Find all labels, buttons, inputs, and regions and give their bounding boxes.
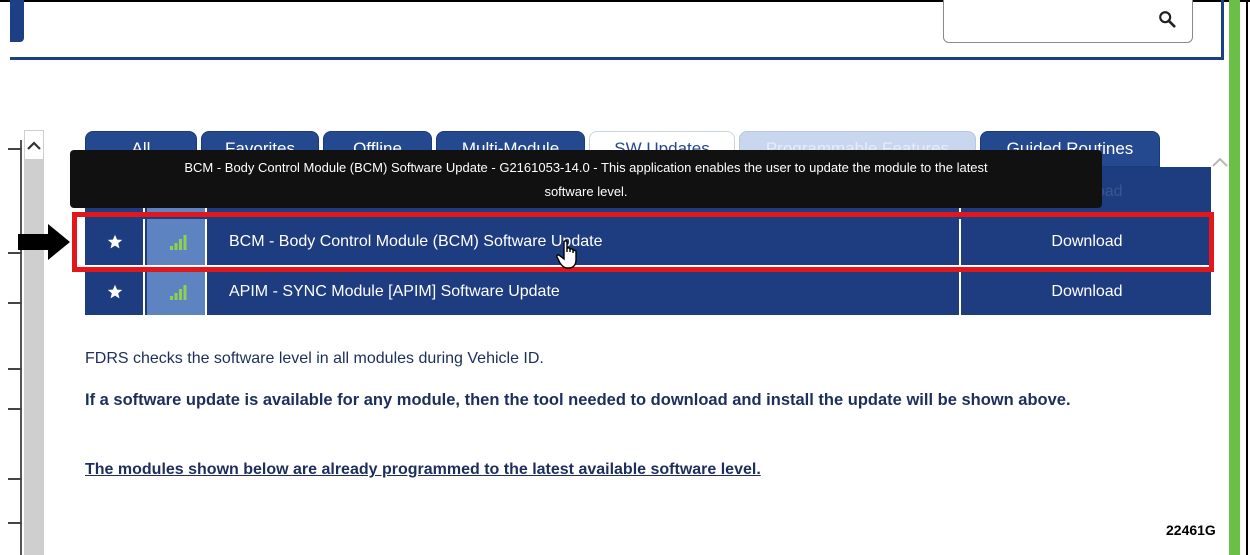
favorite-cell[interactable] (85, 269, 145, 315)
signal-bars-icon (170, 285, 187, 300)
module-name[interactable]: APIM - SYNC Module [APIM] Software Updat… (209, 269, 961, 315)
tooltip-line-2: software level. (544, 184, 628, 199)
star-icon[interactable] (107, 284, 123, 300)
download-button[interactable]: Download (963, 269, 1211, 315)
signal-cell (147, 269, 207, 315)
module-tooltip: BCM - Body Control Module (BCM) Software… (70, 150, 1102, 208)
left-panel-edge (20, 140, 22, 555)
chevron-up-icon[interactable] (1210, 153, 1230, 173)
info-text-update-available: If a software update is available for an… (85, 391, 1071, 409)
frame-right-border (1246, 0, 1248, 555)
tooltip-line-1: BCM - Body Control Module (BCM) Software… (184, 160, 988, 175)
search-input[interactable] (943, 0, 1193, 43)
figure-code: 22461G (1166, 522, 1216, 538)
left-nav-stub[interactable] (10, 0, 24, 42)
table-row[interactable]: APIM - SYNC Module [APIM] Software Updat… (85, 269, 1211, 317)
chevron-up-icon (27, 141, 41, 150)
info-text-vehicle-id: FDRS checks the software level in all mo… (85, 350, 544, 367)
highlight-box (72, 212, 1214, 272)
arrow-right-icon (18, 224, 70, 260)
left-scrollbar[interactable] (24, 130, 44, 555)
search-icon[interactable] (1158, 10, 1176, 28)
left-scroll-up-button[interactable] (24, 130, 44, 160)
info-text-modules-latest[interactable]: The modules shown below are already prog… (85, 461, 761, 479)
hand-cursor-icon (556, 240, 577, 269)
green-rail (1229, 0, 1240, 555)
